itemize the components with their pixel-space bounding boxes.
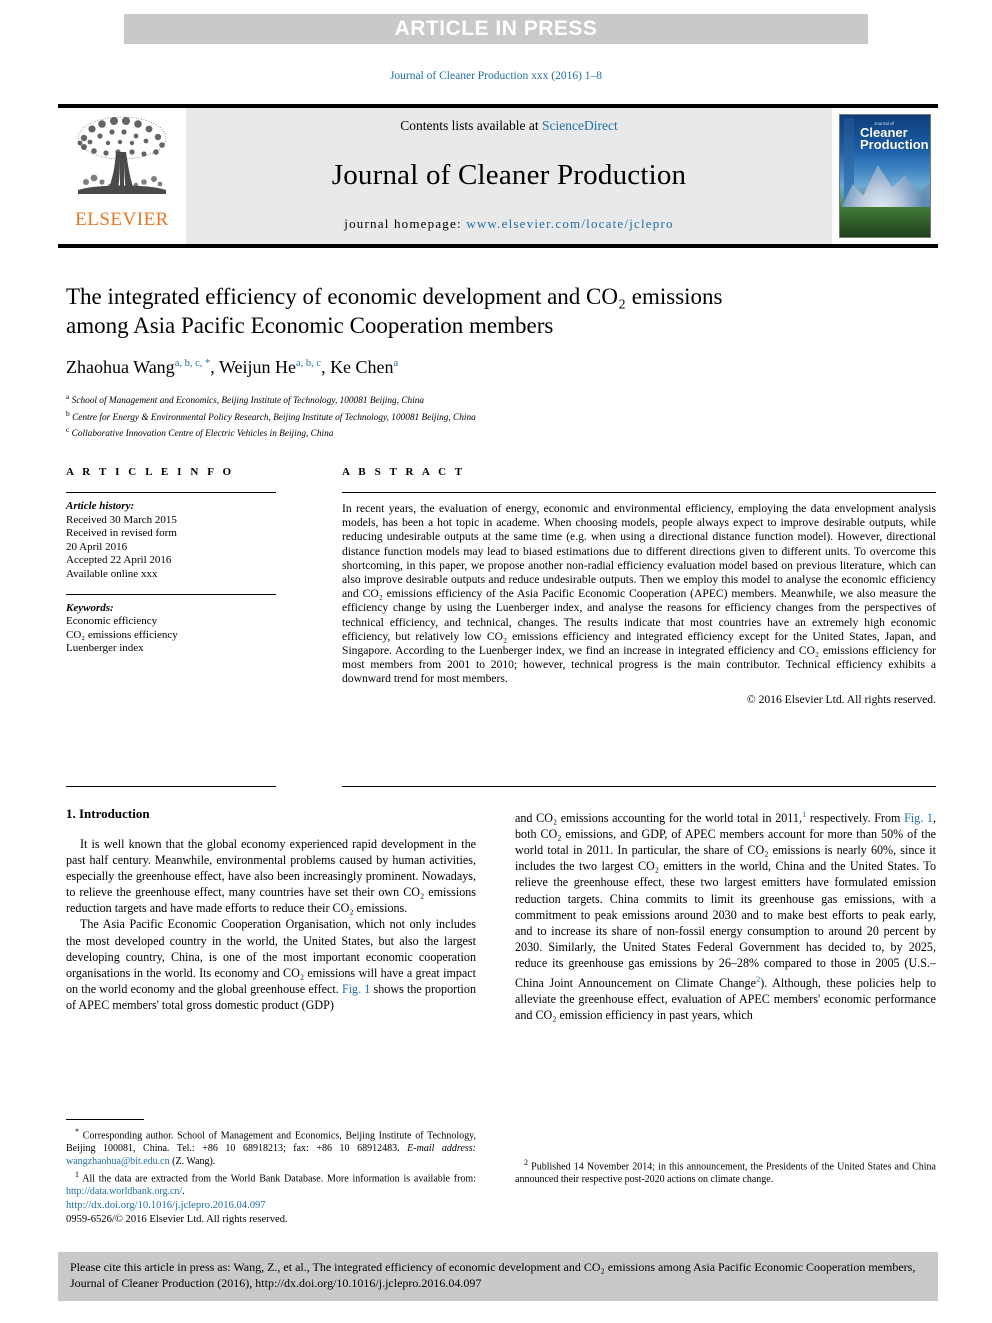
- footnote-text: Published 14 November 2014; in this anno…: [515, 1161, 936, 1186]
- affiliation-item: c Collaborative Innovation Centre of Ele…: [66, 424, 936, 441]
- journal-homepage-line: journal homepage: www.elsevier.com/locat…: [344, 216, 673, 232]
- body-paragraph: and CO₂ emissions accounting for the wor…: [515, 806, 936, 1023]
- affiliation-mark: b: [66, 408, 70, 418]
- body-paragraph: It is well known that the global economy…: [66, 837, 476, 916]
- journal-homepage-link[interactable]: www.elsevier.com/locate/jclepro: [466, 216, 673, 231]
- contents-lists-line: Contents lists available at ScienceDirec…: [400, 118, 617, 134]
- keyword-item: CO₂ emissions efficiency: [66, 628, 178, 641]
- article-info-heading: A R T I C L E I N F O: [66, 466, 235, 478]
- keywords-section: Keywords: Economic efficiency CO₂ emissi…: [66, 593, 276, 656]
- journal-cover-thumbnail: Journal of Cleaner Production: [832, 108, 938, 244]
- footnote-2: 2 Published 14 November 2014; in this an…: [515, 1157, 936, 1187]
- contents-prefix: Contents lists available at: [400, 118, 542, 133]
- email-link[interactable]: wangzhaohua@bit.edu.cn: [66, 1156, 170, 1167]
- keywords-label: Keywords:: [66, 601, 114, 614]
- section-heading-introduction: 1. Introduction: [66, 806, 150, 821]
- author-name[interactable]: Ke Chen: [330, 357, 393, 377]
- affiliation-text: Centre for Energy & Environmental Policy…: [72, 412, 476, 423]
- journal-cover-image: Journal of Cleaner Production: [839, 114, 931, 238]
- abstract-copyright: © 2016 Elsevier Ltd. All rights reserved…: [746, 692, 936, 706]
- author-affil-marks: a: [393, 358, 399, 369]
- paragraph-part: respectively. From: [806, 811, 905, 826]
- masthead-center: Contents lists available at ScienceDirec…: [186, 108, 832, 244]
- author-list: Zhaohua Wanga, b, c, *, Weijun Hea, b, c…: [66, 357, 936, 378]
- author-name[interactable]: Zhaohua Wang: [66, 357, 175, 377]
- article-history-item: Accepted 22 April 2016: [66, 554, 172, 567]
- elsevier-logo: ELSEVIER: [58, 108, 186, 244]
- article-in-press-label: ARTICLE IN PRESS: [394, 17, 598, 40]
- footnote-text: All the data are extracted from the Worl…: [79, 1173, 476, 1185]
- abstract-heading: A B S T R A C T: [342, 466, 466, 478]
- affiliation-item: a School of Management and Economics, Be…: [66, 391, 936, 408]
- title-line-1: The integrated efficiency of economic de…: [66, 284, 723, 309]
- email-address-label: E-mail address:: [407, 1143, 476, 1155]
- article-history-item: 20 April 2016: [66, 540, 128, 553]
- elsevier-tree-icon: [77, 116, 167, 194]
- cover-footer-text: [846, 221, 926, 233]
- footnote-text-end: .: [182, 1185, 185, 1197]
- cite-this-article-box: Please cite this article in press as: Wa…: [58, 1252, 938, 1301]
- author-separator: ,: [210, 357, 219, 377]
- homepage-prefix: journal homepage:: [344, 216, 467, 231]
- paragraph-part: and CO₂ emissions accounting for the wor…: [515, 811, 802, 826]
- article-in-press-banner: ARTICLE IN PRESS: [124, 14, 868, 44]
- issn-copyright-line: 0959-6526/© 2016 Elsevier Ltd. All right…: [66, 1214, 288, 1225]
- footnote-column-left: * Corresponding author. School of Manage…: [66, 1126, 476, 1199]
- author-separator: ,: [321, 357, 331, 377]
- affiliation-item: b Centre for Energy & Environmental Poli…: [66, 408, 936, 425]
- affiliation-list: a School of Management and Economics, Be…: [66, 391, 936, 441]
- abstract-text: In recent years, the evaluation of energ…: [342, 502, 936, 686]
- article-history-item: Received 30 March 2015: [66, 513, 177, 526]
- footnote-column-right: 2 Published 14 November 2014; in this an…: [515, 1157, 936, 1187]
- worldbank-data-link[interactable]: http://data.worldbank.org.cn/: [66, 1186, 182, 1197]
- author-affil-marks: a, b, c: [295, 358, 322, 369]
- figure-reference-link[interactable]: Fig. 1: [904, 811, 933, 825]
- abstract-column: In recent years, the evaluation of energ…: [342, 492, 936, 707]
- journal-article-page: ARTICLE IN PRESS Journal of Cleaner Prod…: [0, 0, 992, 1323]
- article-history-item: Received in revised form: [66, 527, 177, 540]
- footnote-corresponding-author: * Corresponding author. School of Manage…: [66, 1126, 476, 1169]
- email-suffix: (Z. Wang).: [169, 1155, 216, 1167]
- sciencedirect-link[interactable]: ScienceDirect: [542, 118, 618, 133]
- body-column-left: It is well known that the global economy…: [66, 836, 476, 1013]
- affiliation-text: School of Management and Economics, Beij…: [71, 396, 425, 407]
- title-line-2: among Asia Pacific Economic Cooperation …: [66, 313, 554, 338]
- affiliation-mark: a: [66, 392, 70, 401]
- article-info-column: Article history: Received 30 March 2015 …: [66, 492, 276, 656]
- title-block: The integrated efficiency of economic de…: [66, 282, 936, 441]
- journal-title: Journal of Cleaner Production: [331, 158, 687, 191]
- running-head: Journal of Cleaner Production xxx (2016)…: [389, 70, 603, 82]
- author-affil-marks: a, b, c, *: [174, 358, 211, 369]
- affiliation-mark: c: [66, 425, 70, 434]
- doi-block: http://dx.doi.org/10.1016/j.jclepro.2016…: [66, 1199, 486, 1227]
- author-name[interactable]: Weijun He: [219, 357, 296, 377]
- article-history-label: Article history:: [66, 500, 135, 512]
- figure-reference-link[interactable]: Fig. 1: [342, 982, 370, 996]
- cover-title-line2: Production: [860, 137, 929, 152]
- body-column-right: and CO₂ emissions accounting for the wor…: [515, 806, 936, 1023]
- keyword-item: Economic efficiency: [66, 615, 158, 628]
- cover-title-label: Cleaner Production: [860, 126, 929, 152]
- body-paragraph: The Asia Pacific Economic Cooperation Or…: [66, 916, 476, 1013]
- footnote-1: 1 All the data are extracted from the Wo…: [66, 1169, 476, 1199]
- keyword-item: Luenberger index: [66, 642, 144, 655]
- elsevier-wordmark: ELSEVIER: [75, 209, 169, 230]
- article-info-bottom-rule: [66, 786, 276, 787]
- footnote-rule: [66, 1119, 144, 1120]
- page-title: The integrated efficiency of economic de…: [66, 282, 936, 340]
- journal-masthead: ELSEVIER Contents lists available at Sci…: [58, 104, 938, 248]
- abstract-bottom-rule: [342, 786, 936, 787]
- doi-link[interactable]: http://dx.doi.org/10.1016/j.jclepro.2016…: [66, 1199, 486, 1213]
- paragraph-part: , both CO₂ emissions, and GDP, of APEC m…: [515, 811, 936, 990]
- affiliation-text: Collaborative Innovation Centre of Elect…: [71, 429, 334, 440]
- article-history-item: Available online xxx: [66, 567, 158, 580]
